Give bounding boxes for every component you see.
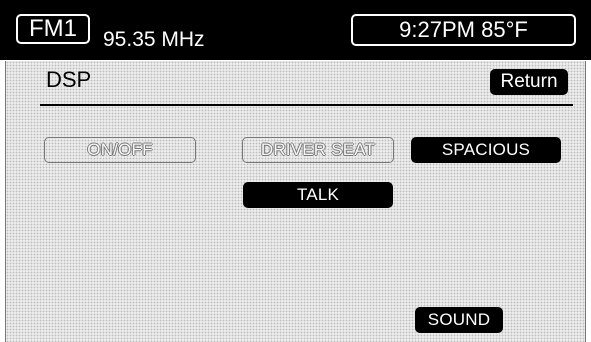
band-button[interactable]: FM1 bbox=[16, 14, 90, 44]
spacious-button[interactable]: SPACIOUS bbox=[411, 137, 561, 163]
driver-seat-button[interactable]: DRIVER SEAT bbox=[242, 137, 394, 163]
radio-display: FM1 95.35 MHz 9:27PM 85°F DSP Return ON/… bbox=[0, 0, 591, 342]
status-header: FM1 95.35 MHz 9:27PM 85°F bbox=[0, 0, 591, 60]
clock-temperature-button[interactable]: 9:27PM 85°F bbox=[351, 14, 576, 46]
on-off-button[interactable]: ON/OFF bbox=[44, 137, 196, 163]
return-button[interactable]: Return bbox=[490, 69, 568, 95]
page-title: DSP bbox=[46, 67, 92, 92]
talk-button[interactable]: TALK bbox=[243, 182, 393, 208]
sound-button[interactable]: SOUND bbox=[415, 307, 503, 333]
frequency-readout: 95.35 MHz bbox=[103, 28, 205, 51]
title-divider bbox=[40, 104, 573, 106]
